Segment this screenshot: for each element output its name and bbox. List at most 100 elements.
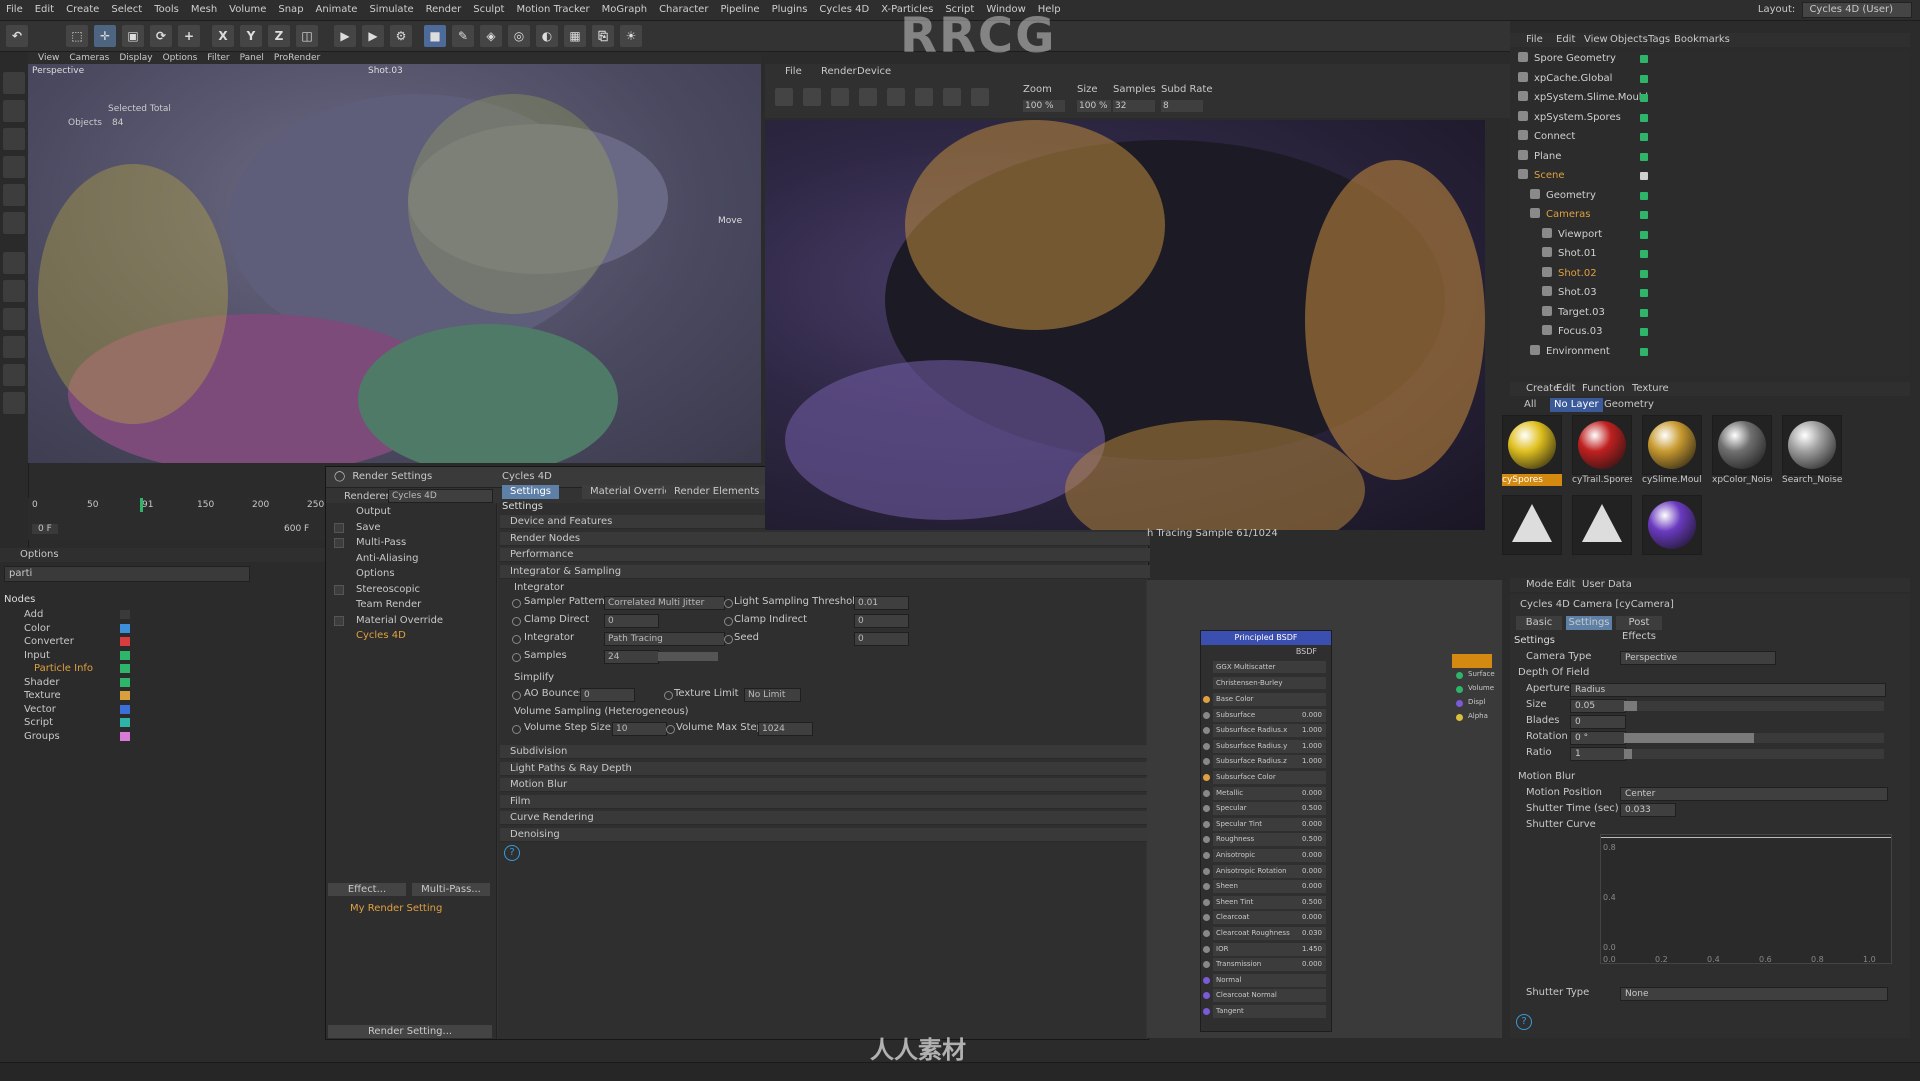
object-manager-menu-edit[interactable]: Edit: [1556, 33, 1575, 47]
section-subdivision[interactable]: Subdivision: [500, 745, 1150, 759]
snap-icon[interactable]: [3, 252, 25, 274]
region-icon[interactable]: [915, 88, 933, 106]
axis-x-button[interactable]: X: [212, 25, 234, 47]
section-curve-rendering[interactable]: Curve Rendering: [500, 811, 1150, 825]
help-icon[interactable]: ?: [504, 845, 520, 861]
radio-button[interactable]: [512, 691, 521, 700]
render-settings-nav-material-override[interactable]: Material Override: [356, 614, 443, 627]
crop-icon[interactable]: [803, 88, 821, 106]
floor-icon[interactable]: ▦: [564, 25, 586, 47]
principled-bsdf-node[interactable]: Principled BSDF BSDF GGX Multiscatter Chris…: [1200, 630, 1332, 1032]
sampler-pattern-dropdown[interactable]: Correlated Multi Jitter: [604, 596, 725, 610]
input-socket[interactable]: [1203, 914, 1210, 922]
blades-field[interactable]: 0: [1570, 715, 1626, 729]
input-socket[interactable]: [1203, 805, 1210, 813]
clamp-indirect-field[interactable]: 0: [854, 614, 909, 628]
menu-item-motion-tracker[interactable]: Motion Tracker: [510, 0, 595, 20]
input-socket[interactable]: [1203, 961, 1210, 969]
section-render-nodes[interactable]: Render Nodes: [500, 531, 1150, 546]
attribute-tab-post-effects[interactable]: Post Effects: [1616, 616, 1662, 642]
camera-type-dropdown[interactable]: Perspective: [1620, 651, 1776, 665]
object-cameras[interactable]: Cameras: [1530, 206, 1590, 224]
motion-position-dropdown[interactable]: Center: [1620, 787, 1888, 801]
menu-item-select[interactable]: Select: [105, 0, 148, 20]
object-shot-03[interactable]: Shot.03: [1542, 284, 1597, 302]
pv-zoom-field[interactable]: 100 %: [1023, 100, 1065, 112]
bsdf-input-ior[interactable]: IOR 1.450: [1213, 942, 1326, 956]
node-category-color[interactable]: Color: [24, 622, 50, 635]
menu-item-volume[interactable]: Volume: [223, 0, 272, 20]
render-setting-button[interactable]: Render Setting...: [328, 1025, 492, 1038]
output-socket[interactable]: [1456, 700, 1463, 707]
object-manager-menu-file[interactable]: File: [1526, 33, 1543, 47]
perspective-viewport[interactable]: Perspective Shot.03 Selected Total Objec…: [28, 64, 761, 463]
radio-button[interactable]: [724, 617, 733, 626]
menu-item-character[interactable]: Character: [653, 0, 714, 20]
input-socket[interactable]: [1203, 883, 1210, 891]
light-icon[interactable]: ☀: [620, 25, 642, 47]
menu-item-sculpt[interactable]: Sculpt: [467, 0, 510, 20]
subdivision-icon[interactable]: ◈: [480, 25, 502, 47]
magnet-icon[interactable]: [3, 280, 25, 302]
timeline-end-frame[interactable]: 600 F: [284, 524, 309, 534]
radio-button[interactable]: [512, 725, 521, 734]
material-menu-texture[interactable]: Texture: [1632, 382, 1669, 396]
bsdf-input-clearcoat-roughness[interactable]: Clearcoat Roughness 0.030: [1213, 927, 1326, 940]
bsdf-input-roughness[interactable]: Roughness 0.500: [1213, 833, 1326, 847]
input-socket[interactable]: [1203, 1008, 1210, 1015]
visibility-dot[interactable]: [1640, 74, 1648, 83]
ao-bounces-field[interactable]: 0: [580, 688, 635, 702]
section-integrator-sampling[interactable]: Integrator & Sampling: [500, 564, 1150, 579]
visibility-dot[interactable]: [1640, 347, 1648, 356]
visibility-dot[interactable]: [1640, 328, 1648, 336]
object-xpsystem-spores[interactable]: xpSystem.Spores: [1518, 109, 1621, 127]
input-socket[interactable]: [1203, 758, 1210, 766]
radio-button[interactable]: [512, 617, 521, 626]
clamp-direct-field[interactable]: 0: [604, 614, 659, 628]
visibility-dot[interactable]: [1640, 230, 1648, 239]
layout-dropdown[interactable]: Cycles 4D (User): [1802, 2, 1912, 18]
object-manager-menu-bookmarks[interactable]: Bookmarks: [1674, 33, 1730, 47]
bsdf-input-clearcoat[interactable]: Clearcoat 0.000: [1213, 911, 1326, 925]
volume-step-field[interactable]: 10: [612, 722, 667, 736]
points-mode-icon[interactable]: [3, 128, 25, 150]
output-socket[interactable]: [1456, 686, 1463, 693]
bsdf-input-base-color[interactable]: Base Color: [1213, 693, 1326, 706]
axis-z-button[interactable]: Z: [268, 25, 290, 47]
node-category-shader[interactable]: Shader: [24, 676, 59, 689]
tab-render-elements[interactable]: Render Elements: [666, 485, 768, 499]
object-manager-menu-view[interactable]: View: [1584, 33, 1608, 47]
menu-item-mesh[interactable]: Mesh: [185, 0, 223, 20]
bsdf-input-specular-tint[interactable]: Specular Tint 0.000: [1213, 817, 1326, 831]
render-view-icon[interactable]: ▶: [334, 25, 356, 47]
deformer-icon[interactable]: ◐: [536, 25, 558, 47]
menu-item-snap[interactable]: Snap: [272, 0, 309, 20]
input-socket[interactable]: [1203, 820, 1210, 828]
volume-max-field[interactable]: 1024: [758, 722, 813, 736]
attribute-tab-settings[interactable]: Settings: [1566, 616, 1612, 630]
menu-item-render[interactable]: Render: [420, 0, 468, 20]
material-tab-all[interactable]: All: [1520, 398, 1540, 412]
render-settings-nav-save[interactable]: Save: [356, 521, 381, 534]
sculpt-icon[interactable]: [3, 308, 25, 330]
model-mode-icon[interactable]: [3, 72, 25, 94]
output-socket[interactable]: [1456, 672, 1463, 679]
material-swatch[interactable]: [1502, 495, 1562, 555]
input-socket[interactable]: [1203, 930, 1210, 937]
bsdf-input-transmission[interactable]: Transmission 0.000: [1213, 958, 1326, 972]
renderer-dropdown[interactable]: Cycles 4D: [388, 489, 493, 503]
radio-button[interactable]: [724, 635, 733, 644]
nodes-icon[interactable]: [831, 88, 849, 106]
input-socket[interactable]: [1203, 992, 1210, 1000]
render-settings-nav-anti-aliasing[interactable]: Anti-Aliasing: [356, 552, 418, 565]
polygons-mode-icon[interactable]: [3, 184, 25, 206]
timeline[interactable]: 0 50 91 150 200 250 0 F 600 F: [28, 498, 328, 540]
object-spore-geometry[interactable]: Spore Geometry: [1518, 50, 1616, 68]
material-xpcolor-noise[interactable]: [1712, 415, 1772, 475]
seed-field[interactable]: 0: [854, 632, 909, 646]
undo-icon[interactable]: ↶: [6, 25, 28, 47]
object-xpcache-global[interactable]: xpCache.Global: [1518, 70, 1612, 88]
object-connect[interactable]: Connect: [1518, 128, 1575, 146]
render-settings-nav-cycles-4d[interactable]: Cycles 4D: [356, 629, 406, 642]
bsdf-title[interactable]: Principled BSDF: [1201, 631, 1331, 645]
